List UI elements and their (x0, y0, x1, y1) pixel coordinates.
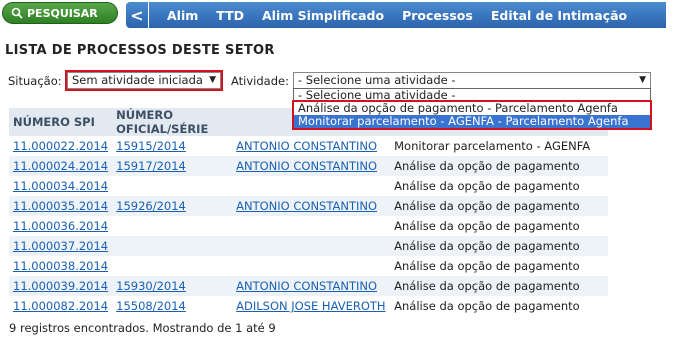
atividade-cell: Análise da opção de pagamento (390, 236, 609, 256)
atividade-value: - Selecione uma atividade - (298, 73, 456, 87)
contribuinte-link[interactable]: ADILSON JOSE HAVEROTH (236, 299, 385, 313)
chevron-down-icon: ▼ (209, 75, 216, 85)
nav-edital-intimacao[interactable]: Edital de Intimação (491, 8, 627, 23)
oficial-link[interactable]: 15917/2014 (116, 159, 186, 173)
chevron-down-icon: ▼ (639, 75, 646, 85)
atividade-cell: Análise da opção de pagamento (394, 259, 580, 273)
table-row: 11.000037.2014 Análise da opção de pagam… (9, 236, 609, 256)
spi-link[interactable]: 11.000037.2014 (13, 239, 108, 253)
atividade-cell: Análise da opção de pagamento (390, 276, 609, 296)
table-row: 11.000036.2014 Análise da opção de pagam… (9, 216, 608, 236)
atividade-label: Atividade: (231, 74, 289, 88)
nav-alim-simplificado[interactable]: Alim Simplificado (262, 8, 384, 23)
table-row: 11.000024.2014 15917/2014 ANTONIO CONSTA… (9, 156, 609, 176)
table-row: 11.000022.2014 15915/2014 ANTONIO CONSTA… (9, 136, 608, 156)
atividade-cell: Análise da opção de pagamento (394, 299, 580, 313)
table-row: 11.000082.2014 15508/2014 ADILSON JOSE H… (9, 296, 608, 316)
atividade-cell: Análise da opção de pagamento (390, 156, 609, 176)
atividade-select[interactable]: - Selecione uma atividade - ▼ (293, 72, 651, 89)
col-numero-spi[interactable]: NÚMERO SPI (9, 108, 113, 136)
process-table: NÚMERO SPI NÚMERO OFICIAL/SÉRIE 11.00002… (9, 108, 609, 316)
contribuinte-link[interactable]: ANTONIO CONSTANTINO (236, 279, 377, 293)
col-numero-oficial[interactable]: NÚMERO OFICIAL/SÉRIE (112, 108, 233, 136)
atividade-cell: Análise da opção de pagamento (390, 196, 609, 216)
spi-link[interactable]: 11.000039.2014 (13, 279, 108, 293)
situacao-select[interactable]: Sem atividade iniciada ▼ (65, 70, 223, 91)
oficial-link[interactable]: 15930/2014 (116, 279, 186, 293)
search-button-label: PESQUISAR (27, 6, 98, 20)
table-row: 11.000039.2014 15930/2014 ANTONIO CONSTA… (9, 276, 609, 296)
spi-link[interactable]: 11.000082.2014 (13, 299, 108, 313)
nav-processos[interactable]: Processos (402, 8, 473, 23)
situacao-label: Situação: (8, 74, 62, 88)
records-footer: 9 registros encontrados. Mostrando de 1 … (9, 321, 276, 335)
top-nav-bar: < Alim TTD Alim Simplificado Processos E… (126, 2, 666, 28)
table-row: 11.000035.2014 15926/2014 ANTONIO CONSTA… (9, 196, 609, 216)
magnifier-icon (11, 7, 23, 19)
spi-link[interactable]: 11.000036.2014 (13, 219, 108, 233)
spi-link[interactable]: 11.000035.2014 (13, 199, 108, 213)
spi-link[interactable]: 11.000034.2014 (13, 179, 108, 193)
atividade-cell: Análise da opção de pagamento (394, 219, 580, 233)
atividade-cell: Análise da opção de pagamento (394, 179, 580, 193)
nav-alim[interactable]: Alim (167, 8, 198, 23)
oficial-link[interactable]: 15926/2014 (116, 199, 186, 213)
contribuinte-link[interactable]: ANTONIO CONSTANTINO (236, 139, 377, 153)
table-row: 11.000034.2014 Análise da opção de pagam… (9, 176, 608, 196)
spi-link[interactable]: 11.000024.2014 (13, 159, 108, 173)
oficial-link[interactable]: 15508/2014 (116, 299, 186, 313)
situacao-value: Sem atividade iniciada (72, 73, 203, 87)
spi-link[interactable]: 11.000022.2014 (13, 139, 108, 153)
contribuinte-link[interactable]: ANTONIO CONSTANTINO (236, 159, 377, 173)
page-title: LISTA DE PROCESSOS DESTE SETOR (5, 43, 275, 58)
atividade-dropdown-list: - Selecione uma atividade - Análise da o… (292, 88, 652, 130)
contribuinte-link[interactable]: ANTONIO CONSTANTINO (236, 199, 377, 213)
nav-ttd[interactable]: TTD (216, 8, 244, 23)
dropdown-option-selected[interactable]: Monitorar parcelamento - AGENFA - Parcel… (294, 115, 650, 128)
atividade-cell: Monitorar parcelamento - AGENFA (394, 139, 591, 153)
highlighted-options-group: Análise da opção de pagamento - Parcelam… (292, 100, 652, 130)
back-arrow-icon[interactable]: < (126, 2, 149, 28)
search-button[interactable]: PESQUISAR (2, 2, 118, 24)
table-row: 11.000038.2014 Análise da opção de pagam… (9, 256, 608, 276)
oficial-link[interactable]: 15915/2014 (116, 139, 186, 153)
spi-link[interactable]: 11.000038.2014 (13, 259, 108, 273)
